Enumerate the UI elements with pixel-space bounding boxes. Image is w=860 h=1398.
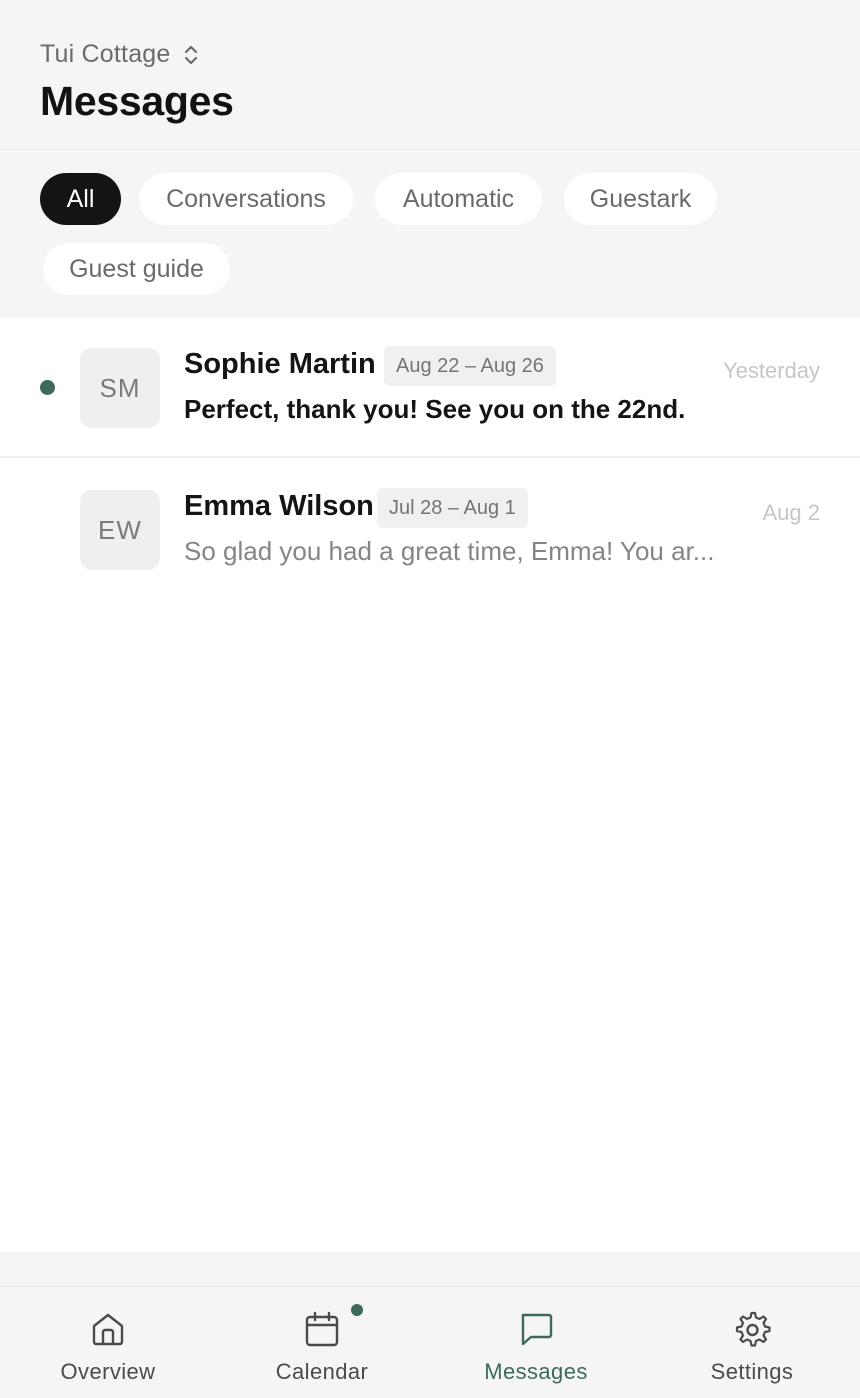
property-name: Tui Cottage (40, 40, 171, 68)
conversation-row[interactable]: EW Emma Wilson Jul 28 – Aug 1 Aug 2 So g… (0, 460, 860, 600)
bottom-nav: Overview Calendar Messages Settings (0, 1286, 860, 1398)
avatar: EW (80, 490, 160, 570)
nav-item-settings[interactable]: Settings (684, 1287, 820, 1398)
filter-chip-guest-guide[interactable]: Guest guide (43, 243, 230, 295)
filter-chip-all[interactable]: All (40, 173, 121, 225)
nav-label-calendar: Calendar (275, 1359, 369, 1384)
avatar: SM (80, 348, 160, 428)
filter-bar: All Conversations Automatic Guestark Gue… (0, 151, 860, 318)
guest-name: Sophie Martin (184, 348, 376, 380)
filter-chip-guestark[interactable]: Guestark (564, 173, 717, 225)
stay-dates-badge: Aug 22 – Aug 26 (384, 346, 556, 386)
guest-name: Emma Wilson (184, 490, 374, 522)
filter-chip-conversations[interactable]: Conversations (139, 173, 353, 225)
chevron-up-down-icon (184, 45, 197, 64)
calendar-badge-dot (351, 1304, 363, 1316)
message-preview: Perfect, thank you! See you on the 22nd. (184, 394, 686, 424)
app-root: Tui Cottage Messages All Conversations A… (0, 0, 860, 1398)
header: Tui Cottage Messages (0, 0, 860, 150)
message-preview: So glad you had a great time, Emma! You … (184, 536, 715, 566)
stay-dates-badge: Jul 28 – Aug 1 (377, 488, 528, 528)
unread-indicator (40, 380, 55, 395)
nav-label-messages: Messages (484, 1359, 588, 1384)
page-title: Messages (40, 78, 234, 124)
nav-label-overview: Overview (60, 1359, 156, 1384)
calendar-icon (305, 1311, 339, 1347)
home-icon (92, 1313, 124, 1346)
nav-item-calendar[interactable]: Calendar (254, 1287, 390, 1398)
message-icon (521, 1313, 553, 1346)
conversation-row[interactable]: SM Sophie Martin Aug 22 – Aug 26 Yesterd… (0, 318, 860, 458)
gear-icon (735, 1311, 771, 1347)
message-timestamp: Aug 2 (762, 500, 821, 525)
conversation-list: SM Sophie Martin Aug 22 – Aug 26 Yesterd… (0, 318, 860, 1252)
nav-item-overview[interactable]: Overview (40, 1287, 176, 1398)
nav-label-settings: Settings (710, 1359, 794, 1384)
nav-item-messages[interactable]: Messages (468, 1287, 604, 1398)
property-switcher[interactable]: Tui Cottage (40, 40, 201, 69)
message-timestamp: Yesterday (722, 358, 820, 383)
filter-chip-automatic[interactable]: Automatic (375, 173, 542, 225)
